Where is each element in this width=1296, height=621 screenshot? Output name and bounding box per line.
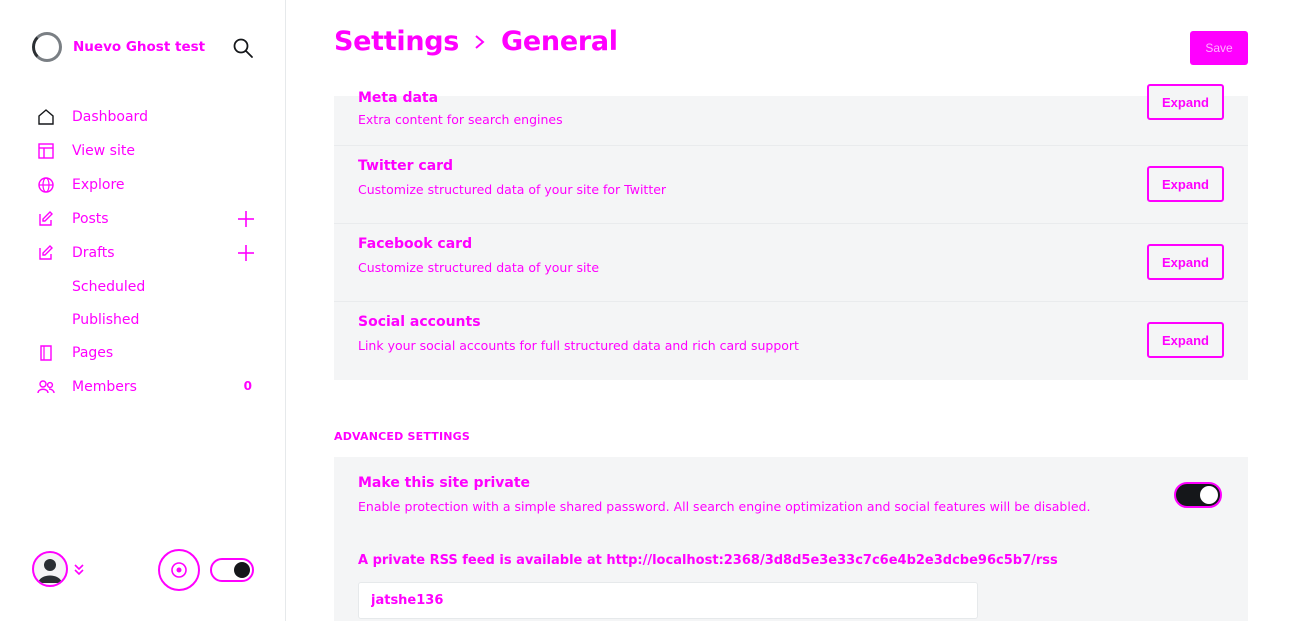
page-title: General (501, 26, 618, 57)
site-password-input[interactable] (358, 582, 978, 619)
expand-meta-data-button[interactable]: Expand (1147, 84, 1224, 120)
meta-settings-card: Meta data Extra content for search engin… (334, 84, 1248, 380)
expand-twitter-card-button[interactable]: Expand (1147, 166, 1224, 202)
row-description: Link your social accounts for full struc… (358, 338, 799, 353)
private-site-toggle[interactable] (1174, 482, 1222, 508)
sidebar-item-label: Drafts (72, 245, 115, 261)
expand-social-accounts-button[interactable]: Expand (1147, 322, 1224, 358)
row-title: Meta data (358, 90, 439, 106)
sidebar-item-label: Pages (72, 345, 114, 361)
sidebar-item-scheduled[interactable]: Scheduled (36, 270, 260, 303)
sidebar-item-published[interactable]: Published (36, 303, 260, 336)
sidebar-footer (32, 549, 254, 595)
main-content: Settings General Save Meta data Extra co… (286, 0, 1296, 621)
pencil-icon (36, 209, 56, 229)
brand[interactable]: Nuevo Ghost test (32, 32, 205, 62)
sparkle-icon (171, 562, 187, 578)
browser-icon (36, 141, 56, 161)
globe-icon (36, 175, 56, 195)
night-mode-toggle[interactable] (210, 558, 254, 582)
sidebar-item-view-site[interactable]: View site (36, 134, 260, 168)
site-name: Nuevo Ghost test (73, 39, 206, 55)
sidebar-item-dashboard[interactable]: Dashboard (36, 100, 260, 134)
private-site-description: Enable protection with a simple shared p… (358, 499, 1091, 514)
private-site-title: Make this site private (358, 475, 531, 491)
toggle-knob (234, 562, 250, 578)
breadcrumb: Settings General (334, 26, 618, 57)
rss-prefix: A private RSS feed is available at (358, 553, 602, 568)
add-draft-icon[interactable] (236, 243, 256, 263)
meta-data-row: Meta data Extra content for search engin… (334, 84, 1248, 146)
home-icon (36, 107, 56, 127)
toggle-knob (1200, 486, 1218, 504)
save-button[interactable]: Save (1190, 31, 1248, 65)
search-icon[interactable] (232, 37, 254, 59)
sidebar-item-members[interactable]: Members 0 (36, 370, 260, 404)
row-title: Social accounts (358, 314, 481, 330)
sidebar-item-label: Posts (72, 211, 109, 227)
breadcrumb-settings[interactable]: Settings (334, 26, 459, 57)
sidebar-item-label: Members (72, 379, 137, 395)
site-logo (32, 32, 62, 62)
members-icon (36, 377, 56, 397)
members-count-badge: 0 (243, 379, 252, 393)
row-title: Facebook card (358, 236, 473, 252)
whats-new-button[interactable] (158, 549, 200, 591)
social-accounts-row: Social accounts Link your social account… (334, 302, 1248, 380)
rss-url-link[interactable]: http://localhost:2368/3d8d5e3e33c7c6e4b2… (606, 553, 1057, 568)
sidebar-item-label: View site (72, 143, 135, 159)
main-nav: Dashboard View site Explore Posts Drafts… (36, 100, 260, 404)
advanced-settings-card: Make this site private Enable protection… (334, 457, 1248, 621)
avatar[interactable] (32, 551, 68, 587)
row-description: Extra content for search engines (358, 112, 563, 127)
sidebar-item-explore[interactable]: Explore (36, 168, 260, 202)
chevron-right-icon (475, 34, 485, 49)
private-rss-notice: A private RSS feed is available at http:… (358, 553, 1058, 568)
row-description: Customize structured data of your site (358, 260, 600, 275)
pages-icon (36, 343, 56, 363)
row-title: Twitter card (358, 158, 454, 174)
chevron-down-icon[interactable] (72, 562, 86, 576)
pencil-icon (36, 243, 56, 263)
expand-facebook-card-button[interactable]: Expand (1147, 244, 1224, 280)
sidebar-item-drafts[interactable]: Drafts (36, 236, 260, 270)
sidebar: Nuevo Ghost test Dashboard View site Exp… (0, 0, 286, 621)
sidebar-item-label: Explore (72, 177, 125, 193)
sidebar-item-label: Dashboard (72, 109, 148, 125)
advanced-settings-heading: ADVANCED SETTINGS (334, 430, 471, 443)
twitter-card-row: Twitter card Customize structured data o… (334, 146, 1248, 224)
add-post-icon[interactable] (236, 209, 256, 229)
facebook-card-row: Facebook card Customize structured data … (334, 224, 1248, 302)
sidebar-item-pages[interactable]: Pages (36, 336, 260, 370)
row-description: Customize structured data of your site f… (358, 182, 667, 197)
sidebar-item-posts[interactable]: Posts (36, 202, 260, 236)
